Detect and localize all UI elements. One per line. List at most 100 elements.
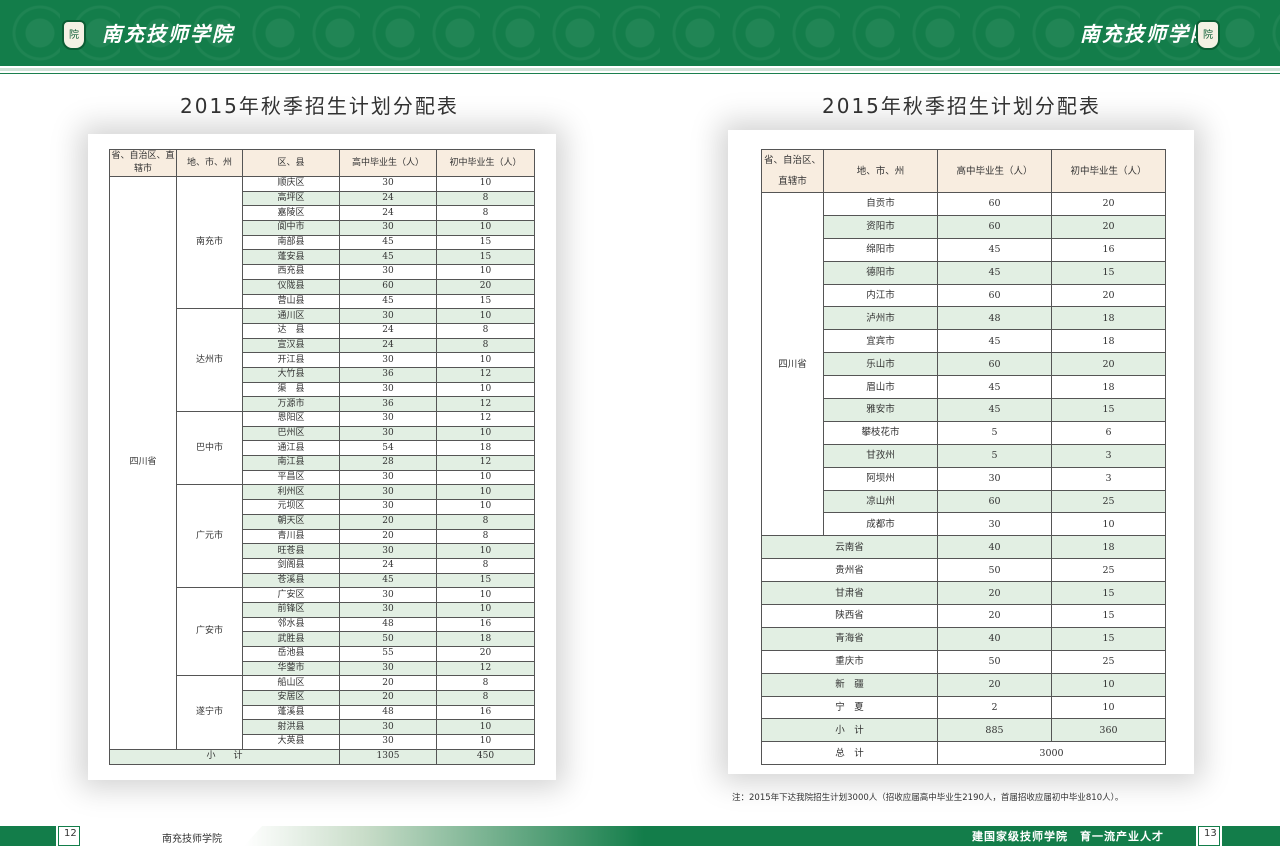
junior-school-count: 10 xyxy=(436,587,535,603)
footer-bar-middle xyxy=(244,826,644,846)
school-logo-icon: 院 xyxy=(62,20,86,50)
junior-school-count: 15 xyxy=(1051,626,1166,651)
junior-school-count: 8 xyxy=(436,528,535,545)
district-cell: 蓬安县 xyxy=(242,249,340,266)
city-cell: 资阳市 xyxy=(823,214,938,239)
high-school-count: 45 xyxy=(937,260,1052,285)
high-school-count: 36 xyxy=(339,366,437,383)
district-cell: 平昌区 xyxy=(242,469,340,486)
high-school-count: 30 xyxy=(339,220,437,236)
high-school-count: 30 xyxy=(339,469,437,486)
district-cell: 嘉陵区 xyxy=(242,205,340,222)
district-cell: 万源市 xyxy=(242,396,340,412)
high-school-count: 24 xyxy=(339,337,437,354)
district-cell: 西充县 xyxy=(242,264,340,280)
right-page-number: 13 xyxy=(1204,828,1217,839)
column-header: 初中毕业生（人） xyxy=(1051,149,1166,193)
junior-school-count: 15 xyxy=(1051,581,1166,606)
district-cell: 元坝区 xyxy=(242,499,340,515)
district-cell: 南部县 xyxy=(242,234,340,251)
district-cell: 通江县 xyxy=(242,440,340,457)
junior-school-count: 18 xyxy=(436,440,535,457)
subtotal-junior: 360 xyxy=(1051,718,1166,743)
high-school-count: 60 xyxy=(937,192,1052,216)
column-header: 区、县 xyxy=(242,149,340,177)
junior-school-count: 12 xyxy=(436,411,535,427)
subtotal-label: 小 计 xyxy=(761,718,938,743)
column-header: 地、市、州 xyxy=(176,149,243,177)
city-cell: 攀枝花市 xyxy=(823,420,938,445)
high-school-count: 45 xyxy=(339,572,437,589)
high-school-count: 48 xyxy=(937,306,1052,331)
city-cell: 广安市 xyxy=(176,587,243,677)
district-cell: 大英县 xyxy=(242,734,340,750)
high-school-count: 30 xyxy=(339,587,437,603)
junior-school-count: 18 xyxy=(1051,535,1166,560)
junior-school-count: 25 xyxy=(1051,649,1166,674)
district-cell: 船山区 xyxy=(242,675,340,692)
province-cell: 陕西省 xyxy=(761,604,938,628)
district-cell: 旺苍县 xyxy=(242,543,340,559)
table-row: 四川省 自贡市 60 20 xyxy=(761,191,1166,537)
high-school-count: 50 xyxy=(937,558,1052,583)
table-row: 总 计 3000 xyxy=(761,741,1166,766)
district-cell: 宣汉县 xyxy=(242,337,340,354)
junior-school-count: 18 xyxy=(436,631,535,647)
province-cell: 新 疆 xyxy=(761,672,938,697)
district-cell: 通川区 xyxy=(242,308,340,324)
high-school-count: 20 xyxy=(339,528,437,545)
district-cell: 顺庆区 xyxy=(242,176,340,192)
junior-school-count: 20 xyxy=(436,646,535,662)
high-school-count: 24 xyxy=(339,205,437,222)
city-cell: 巴中市 xyxy=(176,410,243,486)
total-label: 总 计 xyxy=(761,741,938,766)
high-school-count: 30 xyxy=(339,719,437,736)
high-school-count: 30 xyxy=(339,499,437,515)
district-cell: 高坪区 xyxy=(242,190,340,207)
high-school-count: 20 xyxy=(339,513,437,530)
table-row: 小 计 885 360 xyxy=(761,718,1166,743)
column-header: 省、自治区、直辖市 xyxy=(761,149,824,193)
district-cell: 朝天区 xyxy=(242,513,340,530)
footer-bar-right xyxy=(1222,826,1280,846)
high-school-count: 30 xyxy=(339,543,437,559)
district-cell: 苍溪县 xyxy=(242,572,340,589)
province-cell: 青海省 xyxy=(761,626,938,651)
high-school-count: 48 xyxy=(339,704,437,721)
brand-left: 南充技师学院 xyxy=(102,22,234,46)
high-school-count: 30 xyxy=(339,176,437,192)
right-enrollment-table: 省、自治区、直辖市 地、市、州 高中毕业生（人） 初中毕业生（人） 四川省 自贡市 60 20… xyxy=(761,149,1166,766)
right-page-title: 2015年秋季招生计划分配表 xyxy=(822,94,1101,118)
junior-school-count: 8 xyxy=(436,190,535,207)
junior-school-count: 8 xyxy=(436,557,535,574)
province-cell: 宁 夏 xyxy=(761,695,938,720)
city-cell: 甘孜州 xyxy=(823,443,938,468)
table-row: 新 疆 20 10 xyxy=(761,672,1166,697)
junior-school-count: 6 xyxy=(1051,420,1166,445)
high-school-count: 40 xyxy=(937,535,1052,560)
junior-school-count: 10 xyxy=(436,381,535,398)
school-logo-icon: 院 xyxy=(1196,20,1220,50)
junior-school-count: 25 xyxy=(1051,558,1166,583)
junior-school-count: 20 xyxy=(1051,352,1166,377)
district-cell: 华蓥市 xyxy=(242,660,340,677)
city-cell: 绵阳市 xyxy=(823,237,938,262)
district-cell: 邻水县 xyxy=(242,616,340,633)
high-school-count: 30 xyxy=(339,411,437,427)
district-cell: 仪陇县 xyxy=(242,278,340,295)
city-cell: 南充市 xyxy=(176,175,243,310)
junior-school-count: 10 xyxy=(1051,695,1166,720)
junior-school-count: 8 xyxy=(436,513,535,530)
district-cell: 营山县 xyxy=(242,293,340,310)
junior-school-count: 12 xyxy=(436,455,535,471)
city-cell: 达州市 xyxy=(176,308,243,412)
high-school-count: 60 xyxy=(937,283,1052,308)
province-cell: 甘肃省 xyxy=(761,581,938,606)
province-cell: 云南省 xyxy=(761,535,938,560)
junior-school-count: 15 xyxy=(1051,604,1166,628)
high-school-count: 2 xyxy=(937,695,1052,720)
junior-school-count: 8 xyxy=(436,337,535,354)
province-cell: 重庆市 xyxy=(761,649,938,674)
high-school-count: 30 xyxy=(339,660,437,677)
junior-school-count: 10 xyxy=(436,719,535,736)
